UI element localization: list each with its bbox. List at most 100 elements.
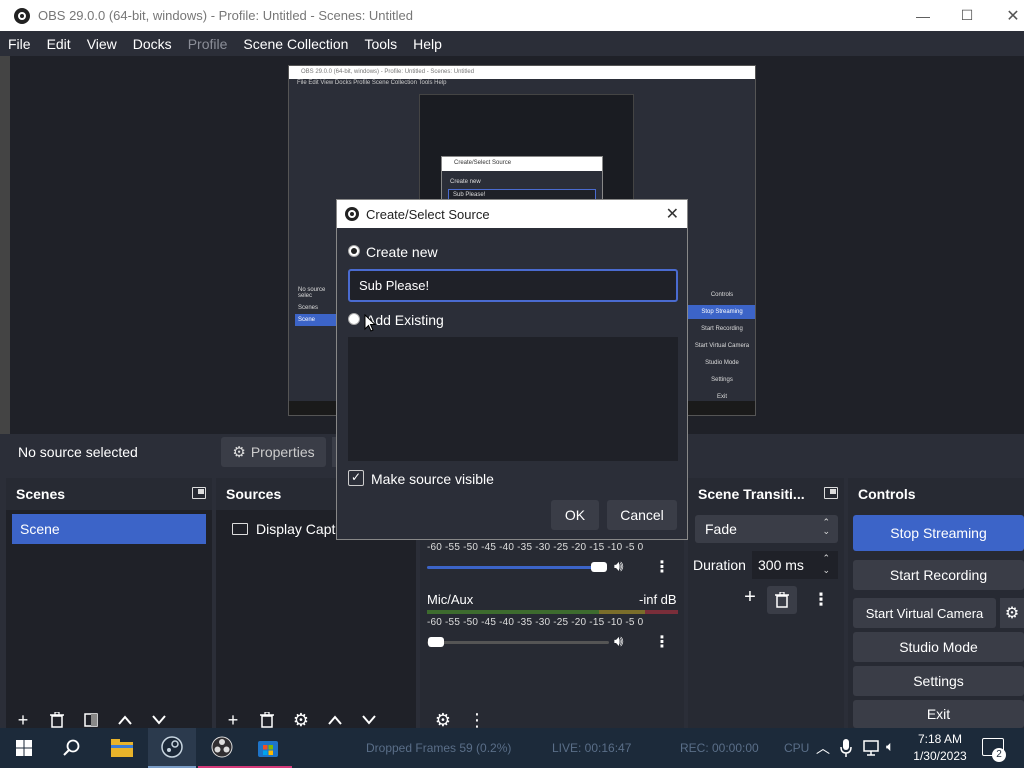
mouse-cursor-icon [364,314,376,332]
scene-list-item[interactable]: Scene [12,514,206,544]
window-titlebar: OBS 29.0.0 (64-bit, windows) - Profile: … [0,0,1024,31]
start-virtual-camera-button[interactable]: Start Virtual Camera [853,598,996,628]
notification-count-badge: 2 [992,748,1006,762]
no-source-label: No source selected [18,444,138,460]
monitor-icon [232,523,248,535]
mixer-menu-icon[interactable]: ⋮ [654,557,670,577]
close-window-button[interactable]: ✕ [990,0,1024,31]
meter-red [645,610,678,614]
start-recording-button[interactable]: Start Recording [853,560,1024,590]
transition-properties-button[interactable]: ⋮ [806,586,836,614]
steam-icon[interactable] [148,728,196,768]
preview-menu: File Edit View Docks Profile Scene Colle… [297,80,447,86]
menu-tools[interactable]: Tools [364,36,397,52]
gear-icon: ⚙ [232,444,246,461]
add-existing-label[interactable]: Add Existing [366,312,444,328]
chevron-down-icon [152,715,166,725]
remove-transition-button[interactable] [767,586,797,614]
obs-logo-icon [345,207,359,221]
existing-sources-list[interactable] [348,337,678,461]
cancel-button[interactable]: Cancel [607,500,677,530]
chevron-up-icon [328,715,342,725]
search-icon[interactable] [48,728,96,768]
menu-bar: File Edit View Docks Profile Scene Colle… [0,31,1024,56]
speaker-icon[interactable]: 🔊︎ [614,558,623,575]
live-status: LIVE: 00:16:47 [552,741,632,755]
dropped-frames-status: Dropped Frames 59 (0.2%) [366,741,512,755]
maximize-button[interactable]: ☐ [944,0,990,31]
scenes-dock-title: Scenes [16,486,66,502]
create-new-label[interactable]: Create new [366,244,438,260]
chevron-down-icon [362,715,376,725]
close-icon[interactable]: ✕ [666,204,679,224]
up-down-chevron-icon: ⌃ ⌄ [822,517,830,536]
desktop-edge [0,56,10,434]
rec-status: REC: 00:00:00 [680,741,759,755]
microphone-icon[interactable] [840,739,852,757]
menu-file[interactable]: File [8,36,31,52]
create-select-source-dialog: Create/Select Source ✕ Create new Sub Pl… [336,199,688,540]
cpu-status: CPU [784,741,810,755]
trash-icon [50,712,64,728]
menu-view[interactable]: View [87,36,117,52]
mixer-menu-icon[interactable]: ⋮ [654,632,670,652]
exit-button[interactable]: Exit [853,700,1024,728]
menu-docks[interactable]: Docks [133,36,172,52]
menu-help[interactable]: Help [413,36,442,52]
volume-slider-knob[interactable] [591,562,607,572]
make-visible-label[interactable]: Make source visible [371,471,494,487]
create-new-radio[interactable] [348,245,360,257]
transition-select[interactable]: Fade ⌃ ⌄ [695,515,838,543]
preview-window-title: OBS 29.0.0 (64-bit, windows) - Profile: … [289,66,755,79]
mic-volume-knob[interactable] [428,637,444,647]
mic-aux-label: Mic/Aux [427,592,474,607]
windows-start-icon[interactable] [0,728,48,768]
settings-button[interactable]: Settings [853,666,1024,696]
clock-time: 7:18 AM [917,732,963,746]
menu-edit[interactable]: Edit [47,36,71,52]
chevron-up-icon[interactable]: ︿ [816,738,830,758]
duration-label: Duration [693,557,746,573]
properties-button[interactable]: ⚙ Properties [221,437,326,467]
menu-profile[interactable]: Profile [188,36,228,52]
mic-aux-level: -inf dB [639,592,677,607]
stop-streaming-button[interactable]: Stop Streaming [853,515,1024,551]
file-explorer-icon[interactable] [98,728,146,768]
filter-icon [84,713,98,727]
sources-dock-title: Sources [226,486,282,502]
volume-slider-fill [427,566,597,569]
duration-spinbox[interactable]: 300 ms ⌃ ⌄ [752,551,838,579]
virtual-camera-settings-button[interactable]: ⚙ [1000,598,1024,628]
minimize-button[interactable]: — [900,0,946,31]
menu-scene-collection[interactable]: Scene Collection [243,36,348,52]
volume-icon[interactable]: 🔈︎ [886,738,894,755]
store-icon[interactable] [244,728,292,768]
source-name-input[interactable]: Sub Please! [348,269,678,302]
system-clock[interactable]: 7:18 AM 1/30/2023 [904,731,976,765]
trash-icon [775,592,789,608]
chevron-up-icon [118,715,132,725]
undock-icon[interactable] [824,487,838,499]
controls-dock-title: Controls [858,486,916,502]
scenes-dock: Scenes Scene + [6,478,212,730]
add-transition-button[interactable]: + [735,586,765,614]
window-title: OBS 29.0.0 (64-bit, windows) - Profile: … [38,8,413,23]
mixer-scale: -60 -55 -50 -45 -40 -35 -30 -25 -20 -15 … [427,542,644,553]
spin-arrows-icon[interactable]: ⌃ ⌄ [822,552,830,576]
obs-taskbar-icon[interactable] [198,728,246,768]
ok-button[interactable]: OK [551,500,599,530]
studio-mode-button[interactable]: Studio Mode [853,632,1024,662]
network-icon[interactable] [862,740,880,756]
transitions-dock-title: Scene Transiti... [698,486,805,502]
undock-icon[interactable] [192,487,206,499]
trash-icon [260,712,274,728]
gear-icon: ⚙ [1004,605,1020,622]
dialog-title: Create/Select Source [366,206,490,222]
dialog-titlebar: Create/Select Source ✕ [337,200,687,228]
preview-controls-dock: Controls Stop Streaming Start Recording … [687,288,755,415]
make-visible-checkbox[interactable]: ✓ [348,470,364,486]
speaker-icon[interactable]: 🔊︎ [614,633,623,650]
clock-date: 1/30/2023 [913,749,967,763]
mic-volume-track [427,641,609,644]
add-existing-radio[interactable] [348,313,360,325]
